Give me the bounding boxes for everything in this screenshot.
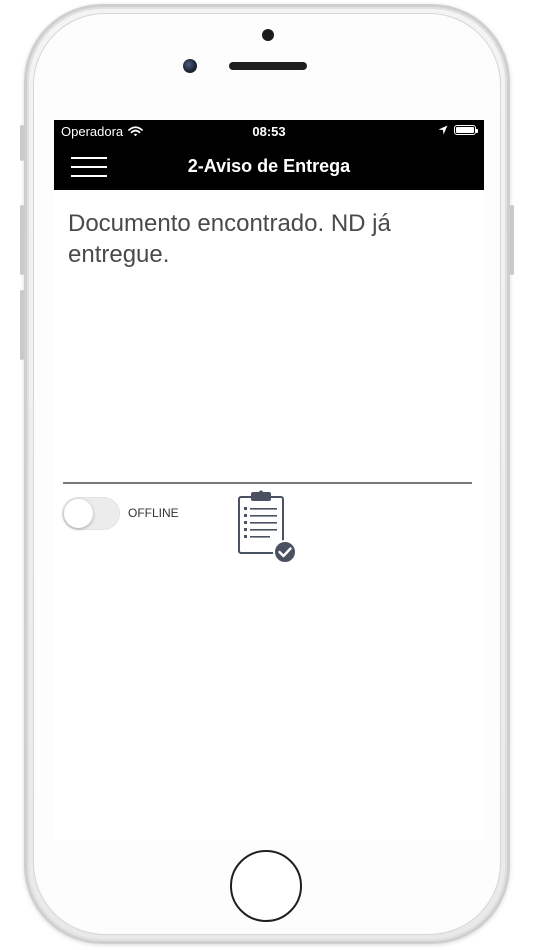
app-screen: Operadora 08:53 2-Aviso de Entrega Docum… [54,120,484,840]
status-time: 08:53 [252,124,286,139]
page-title: 2-Aviso de Entrega [187,156,351,176]
divider [63,482,472,484]
status-message: Documento encontrado. ND já entregue. [68,210,391,268]
mute-switch [20,125,24,161]
proximity-sensor [262,29,274,41]
volume-up-button [20,205,24,275]
home-button[interactable] [230,850,302,922]
earpiece-speaker [229,62,307,70]
front-camera [183,59,197,73]
nav-bar: 2-Aviso de Entrega [54,142,484,190]
battery-level [456,127,474,133]
toggle-knob [64,499,93,528]
status-right [438,125,478,135]
offline-toggle[interactable] [62,497,120,530]
power-button [510,205,514,275]
status-bar: Operadora 08:53 [54,120,484,142]
battery-icon [454,125,478,135]
clipboard-check-icon[interactable] [234,490,300,568]
location-arrow-icon [438,125,448,135]
device-frame: Operadora 08:53 2-Aviso de Entrega Docum… [0,0,534,950]
volume-down-button [20,290,24,360]
offline-label: OFFLINE [128,506,179,520]
